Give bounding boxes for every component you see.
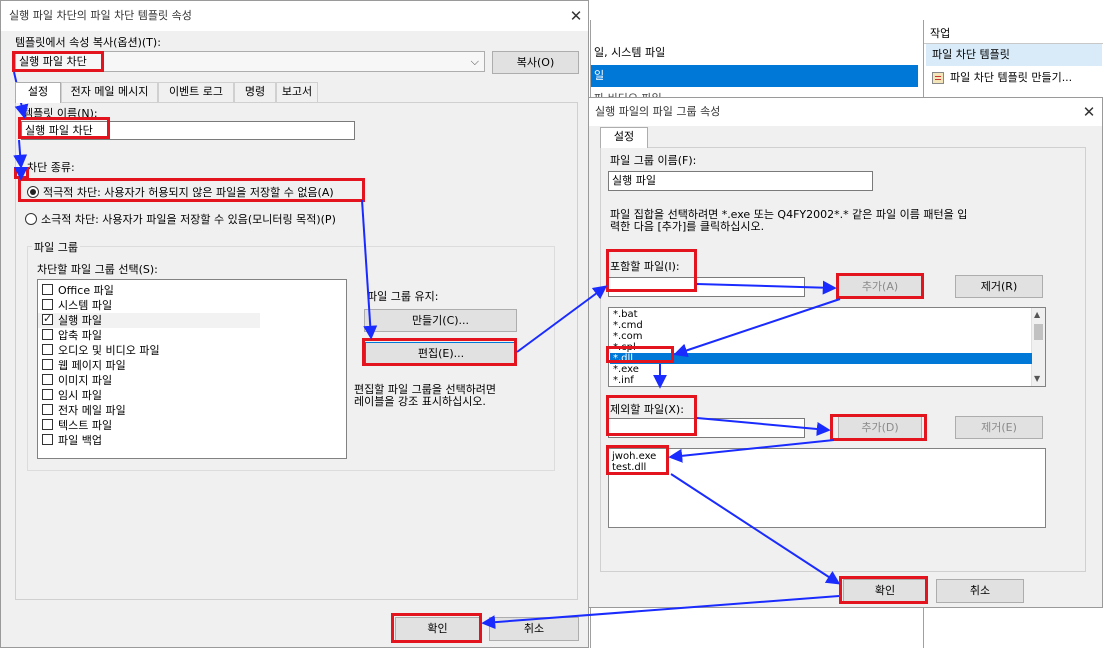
arrow-name-to-blocktype bbox=[13, 139, 28, 169]
arrow-radio-to-edit bbox=[361, 199, 378, 340]
arrow-edit-to-include bbox=[516, 285, 608, 353]
workflow-arrows bbox=[13, 71, 841, 630]
arrow-include-to-add bbox=[696, 280, 837, 295]
arrow-list-to-ok bbox=[670, 473, 841, 585]
tab-settings[interactable]: 설정 bbox=[15, 82, 61, 103]
arrow-add-to-dll bbox=[673, 298, 841, 358]
arrow-ok-to-ok bbox=[481, 595, 840, 630]
arrow-add-to-list bbox=[668, 439, 835, 463]
tab-group-settings[interactable]: 설정 bbox=[600, 127, 648, 148]
arrow-exclude-to-add bbox=[696, 417, 831, 436]
